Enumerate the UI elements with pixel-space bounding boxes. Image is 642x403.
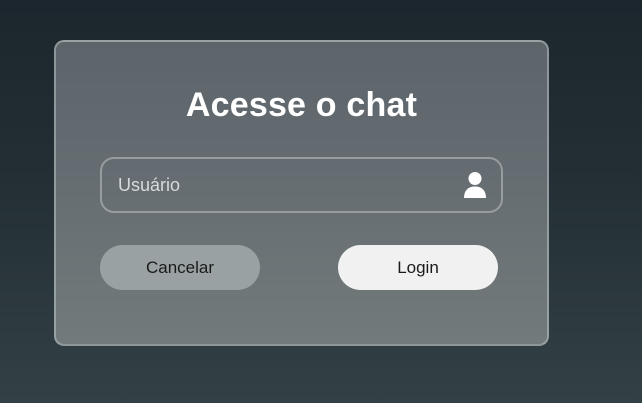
- page-background: { "login_card": { "title": "Acesse o cha…: [0, 0, 642, 403]
- page-title: Acesse o chat: [185, 86, 418, 124]
- login-button[interactable]: Login: [338, 245, 498, 290]
- login-card: Acesse o chat Cancelar Login: [54, 40, 549, 346]
- user-icon: [463, 171, 487, 199]
- username-field-wrapper: [100, 157, 503, 213]
- cancel-button[interactable]: Cancelar: [100, 245, 260, 290]
- username-input[interactable]: [102, 159, 501, 211]
